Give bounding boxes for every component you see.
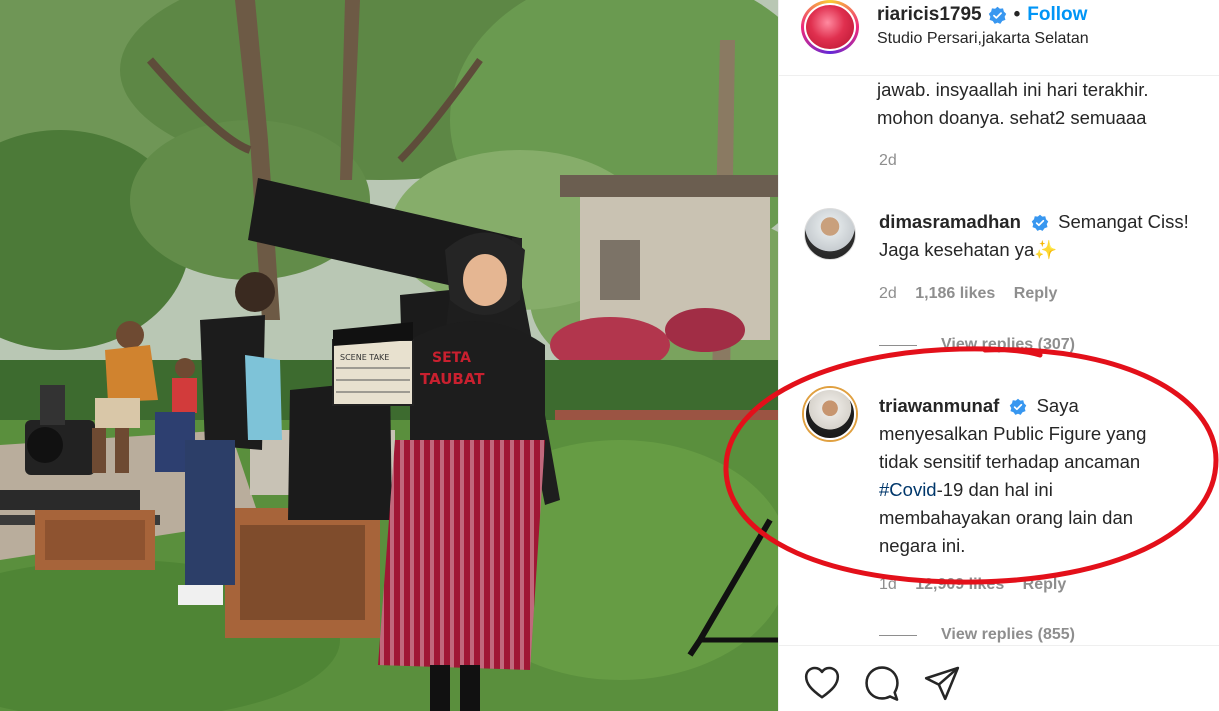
paper-plane-icon[interactable] (923, 664, 961, 702)
hashtag-link[interactable]: #Covid (879, 479, 937, 500)
comment-text-line: menyesalkan Public Figure yang (879, 423, 1147, 444)
replies-divider (879, 344, 917, 346)
reply-button[interactable]: Reply (1014, 285, 1058, 302)
comment: dimasramadhan Semangat Ciss! Jaga keseha… (879, 208, 1214, 264)
view-replies-button[interactable]: View replies (307) (879, 336, 1075, 354)
reply-button[interactable]: Reply (1023, 576, 1067, 593)
svg-text:SCENE TAKE: SCENE TAKE (340, 353, 389, 362)
comment-likes[interactable]: 12,909 likes (915, 576, 1004, 593)
photo-scene: SCENE TAKE SETA TAUBAT (0, 0, 778, 711)
owner-avatar[interactable] (801, 0, 859, 54)
post-actions-bar (779, 645, 1219, 711)
heart-icon[interactable] (803, 664, 841, 702)
comment-text-line: tidak sensitif terhadap ancaman (879, 451, 1141, 472)
post-header: riaricis1795 • Follow Studio Persari,jak… (779, 0, 1219, 76)
verified-badge-icon (1031, 214, 1049, 231)
owner-username[interactable]: riaricis1795 (877, 4, 982, 26)
commenter-avatar[interactable] (804, 208, 856, 260)
commenter-avatar[interactable] (804, 388, 856, 440)
post-photo[interactable]: SCENE TAKE SETA TAUBAT (0, 0, 778, 711)
comment-text-line: negara ini. (879, 535, 966, 556)
separator-dot: • (1013, 4, 1021, 25)
comment-text-line: Semangat Ciss! (1058, 211, 1189, 232)
post-location[interactable]: Studio Persari,jakarta Selatan (877, 30, 1089, 48)
caption-time[interactable]: 2d (879, 152, 897, 169)
comment-text-line: -19 dan hal ini (936, 479, 1053, 500)
comment-time[interactable]: 1d (879, 576, 897, 593)
shirt-text-top: SETA (432, 350, 471, 366)
shirt-text-bottom: TAUBAT (420, 370, 485, 388)
comment-meta: 2d 1,186 likes Reply (879, 285, 1071, 303)
comment-time[interactable]: 2d (879, 285, 897, 302)
owner-name-row: riaricis1795 • Follow (877, 4, 1087, 26)
view-replies-label: View replies (307) (941, 336, 1075, 353)
comment-icon[interactable] (863, 664, 901, 702)
comment-text-line: Saya (1036, 395, 1079, 416)
verified-badge-icon (988, 6, 1006, 24)
caption-meta: 2d (879, 152, 911, 170)
comment-text-line: Jaga kesehatan ya✨ (879, 239, 1058, 260)
replies-divider (879, 634, 917, 636)
caption-line: jawab. insyaallah ini hari terakhir. (877, 79, 1149, 100)
comment-meta: 1d 12,909 likes Reply (879, 576, 1080, 594)
comment-likes[interactable]: 1,186 likes (915, 285, 995, 302)
follow-button[interactable]: Follow (1027, 4, 1087, 26)
comment-text-line: membahayakan orang lain dan (879, 507, 1134, 528)
view-replies-button[interactable]: View replies (855) (879, 626, 1075, 644)
comment: triawanmunaf Saya menyesalkan Public Fig… (879, 392, 1214, 560)
post-sidebar: riaricis1795 • Follow Studio Persari,jak… (778, 0, 1219, 711)
commenter-username[interactable]: triawanmunaf (879, 395, 999, 416)
caption-text: jawab. insyaallah ini hari terakhir. moh… (877, 76, 1148, 132)
commenter-username[interactable]: dimasramadhan (879, 211, 1021, 232)
view-replies-label: View replies (855) (941, 626, 1075, 643)
caption-line: mohon doanya. sehat2 semuaaa (877, 107, 1147, 128)
verified-badge-icon (1010, 398, 1027, 415)
